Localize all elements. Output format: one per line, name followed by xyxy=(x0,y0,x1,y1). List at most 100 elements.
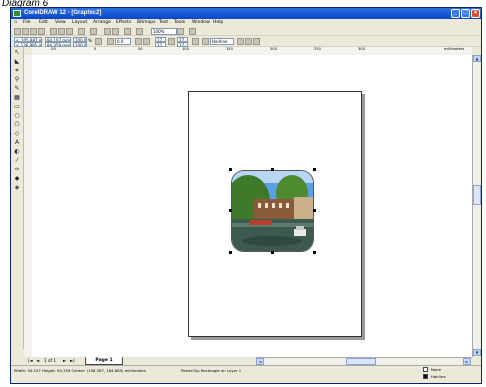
copy-icon[interactable] xyxy=(58,28,65,35)
scroll-left-icon[interactable]: ◄ xyxy=(256,358,264,365)
fill-tool-icon[interactable]: ◆ xyxy=(13,175,21,182)
ellipse-tool-icon[interactable]: ○ xyxy=(13,112,21,119)
application-launcher-icon[interactable] xyxy=(124,28,131,35)
paste-icon[interactable] xyxy=(66,28,73,35)
standard-toolbar: 100% xyxy=(11,27,481,36)
undo-icon[interactable] xyxy=(78,28,85,35)
scroll-up-icon[interactable]: ▲ xyxy=(473,55,481,62)
selection-handle[interactable] xyxy=(229,209,232,212)
open-icon[interactable] xyxy=(22,28,29,35)
mirror-horizontal-icon[interactable] xyxy=(135,38,142,45)
rectangle-tool-icon[interactable]: ▭ xyxy=(13,103,21,110)
rotation-icon xyxy=(107,38,114,45)
zoom-level-select[interactable]: 100% xyxy=(151,28,177,35)
powerclip-rounded-rectangle-photo[interactable] xyxy=(231,170,314,252)
last-page-icon[interactable]: ►| xyxy=(70,357,75,365)
crop-tool-icon[interactable]: ⌗ xyxy=(13,67,21,74)
object-description-text: PowerClip Rectangle on Layer 1 xyxy=(181,368,242,373)
polygon-tool-icon[interactable]: ⬠ xyxy=(13,121,21,128)
round-corners-together-icon[interactable] xyxy=(168,38,175,45)
shape-tool-icon[interactable]: ◣ xyxy=(13,58,21,65)
selection-handle[interactable] xyxy=(313,251,316,254)
basic-shapes-tool-icon[interactable]: ◇ xyxy=(13,130,21,137)
minimize-button[interactable]: _ xyxy=(451,9,460,18)
vertical-scroll-thumb[interactable] xyxy=(473,185,481,205)
ruler-tick: -50 xyxy=(50,47,56,51)
corel-online-icon[interactable] xyxy=(136,28,143,35)
first-page-icon[interactable]: |◄ xyxy=(28,357,33,365)
menu-edit[interactable]: Edit xyxy=(39,19,48,27)
scale-percent-label: % xyxy=(88,38,92,43)
page-tab[interactable]: Page 1 xyxy=(85,357,123,365)
fill-status-text: None xyxy=(431,367,441,372)
maximize-button[interactable]: □ xyxy=(461,9,470,18)
save-icon[interactable] xyxy=(30,28,37,35)
rotation-angle-field[interactable]: 0.0 xyxy=(115,38,131,45)
selection-handle[interactable] xyxy=(271,168,274,171)
next-page-icon[interactable]: ► xyxy=(63,357,66,365)
menu-text[interactable]: Text xyxy=(159,19,168,27)
scroll-down-icon[interactable]: ▼ xyxy=(473,349,481,356)
document-control-icon[interactable]: ▫ xyxy=(14,19,17,27)
outline-tool-icon[interactable]: ✑ xyxy=(13,166,21,173)
options-icon[interactable] xyxy=(189,28,196,35)
ruler-tick: 50 xyxy=(138,47,143,51)
menu-layout[interactable]: Layout xyxy=(72,19,87,27)
menu-help[interactable]: Help xyxy=(213,19,223,27)
interactive-blend-tool-icon[interactable]: ◐ xyxy=(13,148,21,155)
smart-fill-tool-icon[interactable]: ▦ xyxy=(13,94,21,101)
text-tool-icon[interactable]: A xyxy=(13,139,21,146)
page-navigator: |◄ ◄ 1 of 1 ► ►| xyxy=(24,357,256,365)
menu-effects[interactable]: Effects xyxy=(116,19,131,27)
to-back-icon[interactable] xyxy=(245,38,252,45)
selection-handle[interactable] xyxy=(229,251,232,254)
property-bar: x: 105.987 mm y: 136.995 mm 94.107 mm 94… xyxy=(11,36,481,47)
horizontal-scrollbar[interactable]: ◄ ► xyxy=(256,357,472,365)
freehand-tool-icon[interactable]: ✎ xyxy=(13,85,21,92)
menu-bitmaps[interactable]: Bitmaps xyxy=(137,19,155,27)
selection-handle[interactable] xyxy=(229,168,232,171)
mirror-vertical-icon[interactable] xyxy=(143,38,150,45)
convert-to-curves-icon[interactable] xyxy=(253,38,260,45)
cut-icon[interactable] xyxy=(50,28,57,35)
selection-handle[interactable] xyxy=(313,168,316,171)
horizontal-scroll-thumb[interactable] xyxy=(346,358,376,365)
ruler-tick: 150 xyxy=(226,47,233,51)
zoom-tool-icon[interactable]: ⚲ xyxy=(13,76,21,83)
wrap-text-icon[interactable] xyxy=(192,38,199,45)
menu-arrange[interactable]: Arrange xyxy=(93,19,111,27)
previous-page-icon[interactable]: ◄ xyxy=(36,357,39,365)
import-icon[interactable] xyxy=(104,28,111,35)
interactive-fill-tool-icon[interactable]: ◈ xyxy=(13,184,21,191)
title-bar[interactable]: CorelDRAW 12 - [Graphic2] _ □ × xyxy=(11,8,481,19)
pick-tool-icon[interactable]: ↖ xyxy=(13,49,21,56)
ruler-tick: 300 xyxy=(358,47,365,51)
toolbox: ↖ ◣ ⌗ ⚲ ✎ ▦ ▭ ○ ⬠ ◇ A ◐ ⁄ ✑ ◆ ◈ xyxy=(11,47,24,349)
new-icon[interactable] xyxy=(14,28,21,35)
selection-handle[interactable] xyxy=(271,251,274,254)
drawing-canvas[interactable] xyxy=(32,55,472,357)
lock-ratio-icon[interactable] xyxy=(95,38,102,45)
outline-swatch[interactable] xyxy=(423,374,428,379)
redo-icon[interactable] xyxy=(90,28,97,35)
vertical-scrollbar[interactable]: ▲ ▼ xyxy=(472,55,481,357)
menu-view[interactable]: View xyxy=(55,19,66,27)
coreldraw-window: CorelDRAW 12 - [Graphic2] _ □ × ▫ File E… xyxy=(10,7,482,384)
outline-pen-icon xyxy=(202,38,209,45)
menu-file[interactable]: File xyxy=(23,19,31,27)
scroll-right-icon[interactable]: ► xyxy=(463,358,471,365)
eyedropper-tool-icon[interactable]: ⁄ xyxy=(13,157,21,164)
menu-tools[interactable]: Tools xyxy=(174,19,185,27)
window-title: CorelDRAW 12 - [Graphic2] xyxy=(24,10,102,16)
close-button[interactable]: × xyxy=(471,9,480,18)
to-front-icon[interactable] xyxy=(237,38,244,45)
selection-handle[interactable] xyxy=(313,209,316,212)
menu-window[interactable]: Window xyxy=(192,19,210,27)
ruler-tick: 0 xyxy=(94,47,97,51)
outline-width-select[interactable]: Hairline xyxy=(210,38,234,45)
export-icon[interactable] xyxy=(112,28,119,35)
ruler-units-label: millimeters xyxy=(444,47,465,51)
fill-swatch[interactable] xyxy=(423,367,428,372)
print-icon[interactable] xyxy=(38,28,45,35)
chevron-down-icon[interactable] xyxy=(177,28,184,35)
